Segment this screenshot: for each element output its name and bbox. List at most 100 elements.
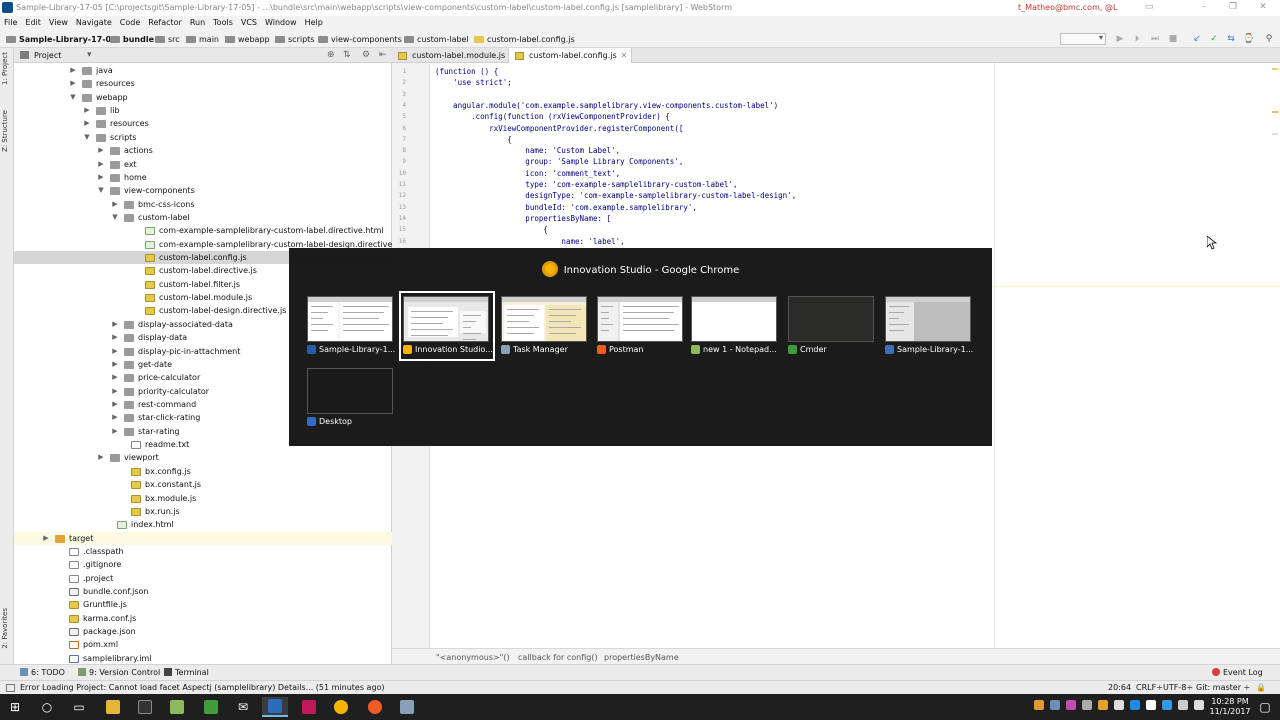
chevron-right-icon[interactable]: ▶ [69, 64, 77, 77]
tree-row[interactable]: ▶ actions [14, 144, 392, 157]
tree-row[interactable]: ▶ resources [14, 117, 392, 130]
chevron-right-icon[interactable]: ▶ [111, 198, 119, 211]
code-line[interactable]: .config(function (rxViewComponentProvide… [435, 112, 670, 121]
code-line[interactable]: type: 'com-example-samplelibrary-custom-… [435, 180, 737, 189]
maximize-button[interactable]: ❐ [1227, 2, 1239, 13]
task-manager-taskbar-icon[interactable] [394, 697, 420, 717]
tool-windows-toggle-icon[interactable] [6, 684, 15, 692]
tree-row[interactable]: bx.module.js [14, 492, 392, 505]
tree-row[interactable]: karma.conf.js [14, 612, 392, 625]
tray-app-icon[interactable] [1034, 700, 1044, 710]
warning-marker[interactable] [1272, 133, 1278, 135]
tab-custom-label-module[interactable]: custom-label.module.js✕ [392, 48, 520, 63]
switcher-window-thumb[interactable]: Desktop [305, 365, 395, 433]
run-icon[interactable]: ▶ [1115, 34, 1125, 44]
chevron-right-icon[interactable]: ▶ [83, 104, 91, 117]
battery-icon[interactable] [1178, 700, 1188, 710]
chevron-right-icon[interactable]: ▶ [97, 171, 105, 184]
chevron-right-icon[interactable]: ▶ [69, 77, 77, 90]
code-line[interactable]: icon: 'comment_text', [435, 169, 620, 178]
tree-row[interactable]: ▶ java [14, 64, 392, 77]
switcher-window-thumb[interactable]: Cmder [786, 293, 876, 361]
tray-app-icon[interactable] [1114, 700, 1124, 710]
chevron-right-icon[interactable]: ▶ [83, 117, 91, 130]
status-message[interactable]: Error Loading Project: Cannot load facet… [20, 683, 385, 692]
tree-row[interactable]: ▶ ext [14, 158, 392, 171]
project-view-select[interactable]: Project [34, 51, 61, 60]
tray-app-icon[interactable] [1130, 700, 1140, 710]
switcher-window-thumb[interactable]: Postman [595, 293, 685, 361]
chevron-right-icon[interactable]: ▶ [111, 411, 119, 424]
chevron-right-icon[interactable]: ▶ [111, 385, 119, 398]
intellij-icon[interactable] [296, 697, 322, 717]
favorites-tool-button[interactable]: 2: Favorites [1, 608, 9, 649]
code-line[interactable]: designType: 'com-example-samplelibrary-c… [435, 191, 796, 200]
menu-tools[interactable]: Tools [209, 16, 237, 30]
breadcrumb-custom-label[interactable]: custom-label〉 [404, 33, 482, 45]
breadcrumb-webapp[interactable]: webapp〉 [225, 33, 283, 45]
tray-app-icon[interactable] [1050, 700, 1060, 710]
code-line[interactable]: rxViewComponentProvider.registerComponen… [435, 124, 683, 133]
tree-row[interactable]: bx.constant.js [14, 478, 392, 491]
file-explorer-icon[interactable] [100, 697, 126, 717]
switcher-window-thumb[interactable]: Sample-Library-1... [883, 293, 973, 361]
start-windows-icon[interactable]: ⊞ [2, 697, 28, 717]
chevron-right-icon[interactable]: ▶ [111, 331, 119, 344]
vcs-history-icon[interactable]: ⌚ [1243, 34, 1254, 44]
sync-icon[interactable]: ⊕ [327, 50, 335, 60]
tree-row[interactable]: .project [14, 572, 392, 585]
presentation-icon[interactable]: ▭ [1143, 2, 1155, 13]
cmder-icon[interactable] [198, 697, 224, 717]
tree-row[interactable]: .gitignore [14, 558, 392, 571]
chevron-right-icon[interactable]: ▶ [111, 371, 119, 384]
collapse-all-icon[interactable]: ⇅ [343, 50, 351, 60]
vcs-commit-icon[interactable]: ✓ [1209, 34, 1219, 44]
crumb-callback[interactable]: callback for config() [518, 653, 598, 662]
vcs-compare-icon[interactable]: ⇆ [1226, 34, 1236, 44]
tray-app-icon[interactable] [1066, 700, 1076, 710]
project-tool-button[interactable]: 1: Project [1, 52, 9, 85]
tree-row[interactable]: com-example-samplelibrary-custom-label.d… [14, 224, 392, 237]
line-separator[interactable]: CRLF÷ [1136, 683, 1163, 692]
switcher-window-thumb[interactable]: Innovation Studio... [399, 291, 495, 361]
tree-row[interactable]: ▶ lib [14, 104, 392, 117]
system-clock[interactable]: 10:28 PM 11/1/2017 [1207, 697, 1253, 717]
chevron-right-icon[interactable]: ▶ [111, 358, 119, 371]
tray-app-icon[interactable] [1098, 700, 1108, 710]
file-encoding[interactable]: UTF-8÷ [1163, 683, 1193, 692]
chevron-down-icon[interactable]: ▾ [87, 50, 92, 60]
postman-taskbar-icon[interactable] [362, 697, 388, 717]
tree-row[interactable]: ▼ custom-label [14, 211, 392, 224]
task-view-icon[interactable]: ▭ [66, 697, 92, 717]
chevron-right-icon[interactable]: ▶ [111, 398, 119, 411]
chevron-right-icon[interactable]: ▶ [97, 451, 105, 464]
menu-file[interactable]: File [0, 16, 21, 30]
switcher-window-thumb[interactable]: Sample-Library-1... [305, 293, 395, 361]
breadcrumb-view-components[interactable]: view-components〉 [318, 33, 415, 45]
version-control-tool-button[interactable]: 9: Version Control [78, 668, 160, 677]
chrome-taskbar-icon[interactable] [328, 697, 354, 717]
notepadpp-icon[interactable] [164, 697, 190, 717]
tree-row[interactable]: ▶ viewport [14, 451, 392, 464]
tree-row[interactable]: Gruntfile.js [14, 598, 392, 611]
menu-navigate[interactable]: Navigate [72, 16, 116, 30]
tree-row[interactable]: ▶ target [14, 531, 392, 545]
search-icon[interactable]: ⚲ [1264, 34, 1274, 44]
switcher-window-thumb[interactable]: Task Manager [499, 293, 589, 361]
tree-row[interactable]: .classpath [14, 545, 392, 558]
gear-icon[interactable]: ⚙ [362, 50, 370, 60]
bluetooth-icon[interactable] [1162, 700, 1172, 710]
debug-icon[interactable]: ⏵ [1132, 34, 1142, 44]
menu-view[interactable]: View [45, 16, 72, 30]
code-line[interactable]: 'use strict'; [435, 78, 512, 87]
code-line[interactable]: { [435, 225, 548, 234]
caret-position[interactable]: 20:64 [1108, 683, 1131, 692]
network-icon[interactable] [1146, 700, 1156, 710]
tree-row[interactable]: package.json [14, 625, 392, 638]
code-line[interactable]: group: 'Sample Library Components', [435, 157, 683, 166]
switcher-window-thumb[interactable]: new 1 - Notepad... [689, 293, 779, 361]
tree-row[interactable]: ▼ view-components [14, 184, 392, 197]
crumb-properties[interactable]: propertiesByName [604, 653, 679, 662]
tree-row[interactable]: ▶ resources [14, 77, 392, 90]
warning-marker[interactable] [1272, 111, 1278, 113]
